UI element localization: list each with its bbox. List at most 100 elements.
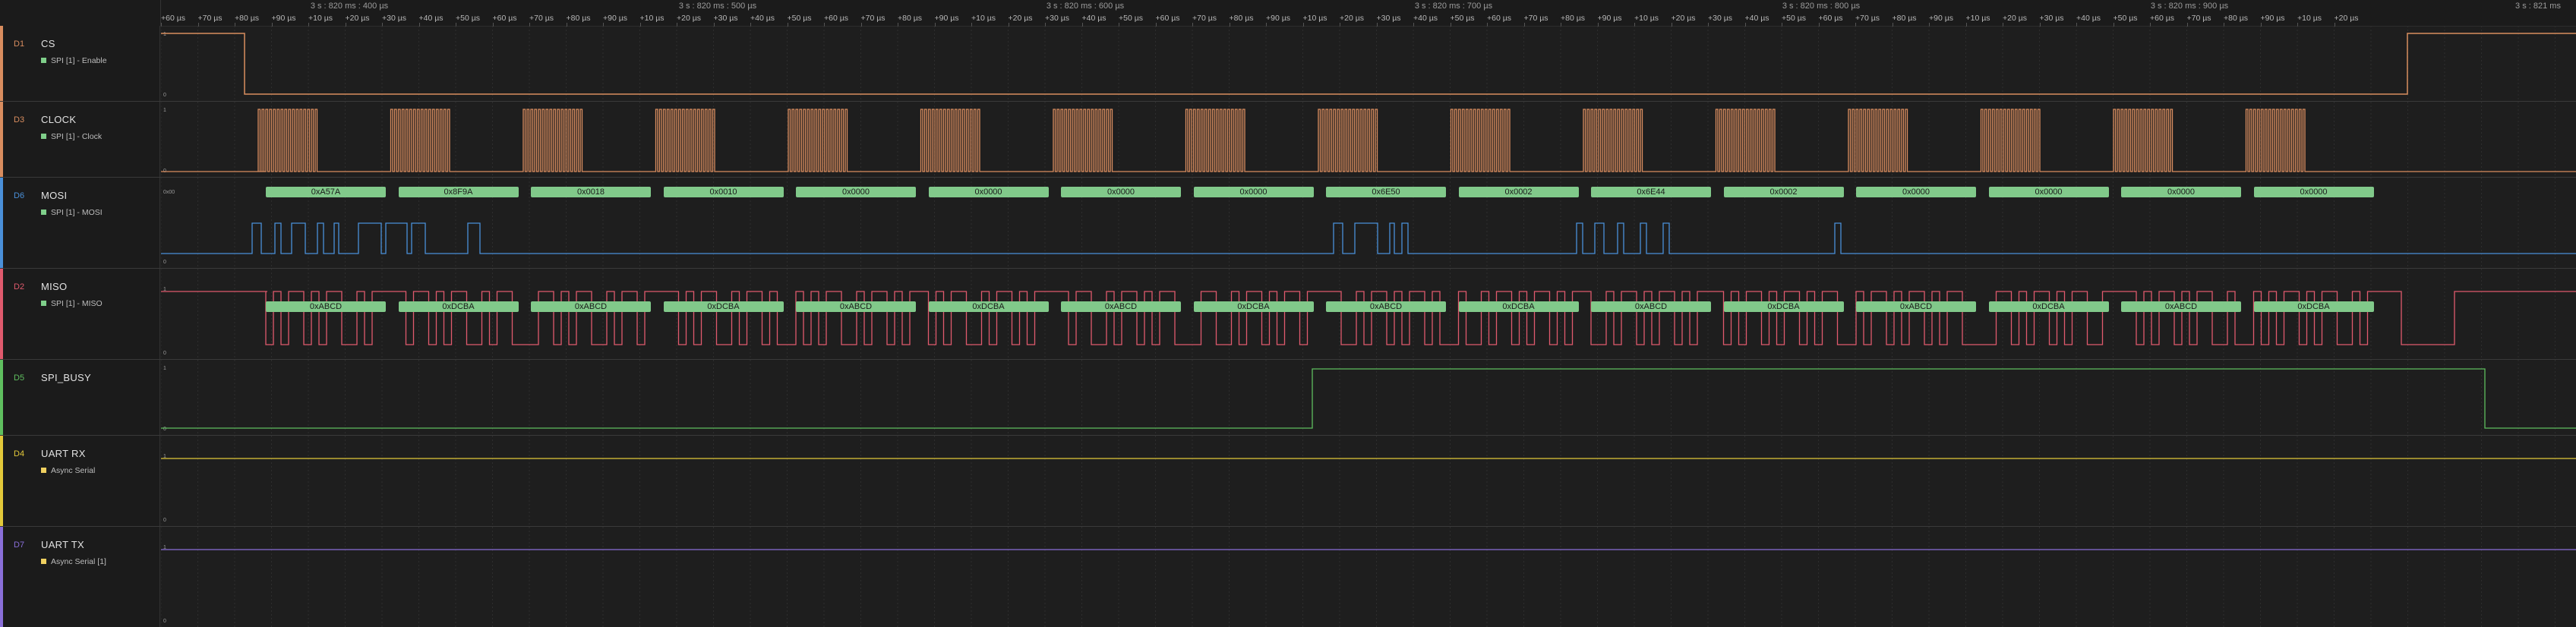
mosi-frame-box[interactable]: 0x6E44 xyxy=(1591,187,1711,197)
time-tick-label: +30 µs xyxy=(382,14,407,27)
analyzer-tag[interactable]: SPI [1] - MOSI xyxy=(41,208,103,217)
waveform-plot[interactable]: 1 0 0xABCD 0xDCBA 0xABCD 0xDCBA 0xABCD 0xDCBA… xyxy=(161,269,2576,360)
time-tick-label: +50 µs xyxy=(456,14,481,27)
timeline-ruler[interactable]: 3 s : 820 ms : 400 µs 3 s : 820 ms : 500… xyxy=(0,0,2576,27)
channel-row-cs[interactable]: D1 CS SPI [1] - Enable 1 0 xyxy=(0,26,2576,102)
analyzer-color-icon xyxy=(41,210,46,215)
channel-label-panel[interactable]: D6 MOSI SPI [1] - MOSI xyxy=(0,178,160,268)
miso-frame-box[interactable]: 0xABCD xyxy=(1591,301,1711,312)
miso-frame-box[interactable]: 0xDCBA xyxy=(1988,301,2109,312)
time-tick-label: +30 µs xyxy=(713,14,738,27)
miso-frame-box[interactable]: 0xDCBA xyxy=(663,301,784,312)
channel-label-panel[interactable]: D7 UART TX Async Serial [1] xyxy=(0,527,160,627)
major-time-label: 3 s : 820 ms : 400 µs xyxy=(310,2,389,11)
mosi-frame-box[interactable]: 0x0000 xyxy=(928,187,1049,197)
mosi-frame-box[interactable]: 0x0000 xyxy=(1856,187,1976,197)
time-tick-label: +60 µs xyxy=(824,14,849,27)
mosi-frame-box[interactable]: 0x0002 xyxy=(1458,187,1579,197)
major-time-label: 3 s : 820 ms : 500 µs xyxy=(678,2,757,11)
mosi-frame-box[interactable]: 0x0010 xyxy=(663,187,784,197)
analyzer-tag[interactable]: Async Serial [1] xyxy=(41,557,106,566)
analyzer-tag[interactable]: SPI [1] - Enable xyxy=(41,56,107,65)
time-tick-label: +40 µs xyxy=(750,14,775,27)
mosi-frame-box[interactable]: 0x0000 xyxy=(2121,187,2241,197)
clock-waveform xyxy=(161,102,2576,178)
mosi-frame-box[interactable]: 0x6E50 xyxy=(1326,187,1446,197)
waveform-plot[interactable]: 1 0 xyxy=(161,26,2576,102)
channel-id: D6 xyxy=(14,191,25,200)
mosi-frame-box[interactable]: 0x0000 xyxy=(2253,187,2374,197)
time-tick-label: +50 µs xyxy=(787,14,812,27)
miso-frame-box[interactable]: 0xABCD xyxy=(2121,301,2241,312)
mosi-frame-box[interactable]: 0x0018 xyxy=(531,187,651,197)
miso-frame-box[interactable]: 0xDCBA xyxy=(928,301,1049,312)
analyzer-color-icon xyxy=(41,559,46,564)
mosi-frame-box[interactable]: 0x0000 xyxy=(796,187,916,197)
channel-row-spi-busy[interactable]: D5 SPI_BUSY 1 0 xyxy=(0,360,2576,436)
miso-frame-box[interactable]: 0xDCBA xyxy=(1458,301,1579,312)
channel-color-strip xyxy=(0,269,3,359)
analyzer-label: SPI [1] - MOSI xyxy=(51,208,103,217)
time-tick-label: +60 µs xyxy=(2150,14,2175,27)
time-tick-label: +70 µs xyxy=(1192,14,1217,27)
channel-row-clock[interactable]: D3 CLOCK SPI [1] - Clock 1 0 xyxy=(0,102,2576,178)
time-tick-label: +90 µs xyxy=(2260,14,2285,27)
miso-frame-box[interactable]: 0xDCBA xyxy=(1193,301,1314,312)
miso-frame-box[interactable]: 0xABCD xyxy=(1856,301,1976,312)
channel-name: CLOCK xyxy=(41,114,77,125)
time-tick-label: +10 µs xyxy=(2297,14,2322,27)
miso-frame-box[interactable]: 0xABCD xyxy=(531,301,651,312)
miso-frame-box[interactable]: 0xABCD xyxy=(1061,301,1181,312)
analyzer-label: SPI [1] - Clock xyxy=(51,132,103,141)
channel-id: D2 xyxy=(14,282,25,291)
miso-frame-box[interactable]: 0xDCBA xyxy=(398,301,519,312)
channel-label-panel[interactable]: D5 SPI_BUSY xyxy=(0,360,160,435)
channel-label-panel[interactable]: D3 CLOCK SPI [1] - Clock xyxy=(0,102,160,177)
miso-frame-box[interactable]: 0xDCBA xyxy=(1723,301,1844,312)
analyzer-label: Async Serial xyxy=(51,466,96,475)
analyzer-tag[interactable]: SPI [1] - MISO xyxy=(41,299,103,308)
channel-color-strip xyxy=(0,436,3,526)
waveform-plot[interactable]: 1 0 xyxy=(161,436,2576,527)
channel-row-mosi[interactable]: D6 MOSI SPI [1] - MOSI 0x00 0 0xA57A 0x8F… xyxy=(0,178,2576,269)
miso-frame-box[interactable]: 0xDCBA xyxy=(2253,301,2374,312)
channel-color-strip xyxy=(0,178,3,268)
channel-row-uart-tx[interactable]: D7 UART TX Async Serial [1] 1 0 xyxy=(0,527,2576,627)
channel-color-strip xyxy=(0,527,3,627)
analyzer-tag[interactable]: SPI [1] - Clock xyxy=(41,132,102,141)
miso-frame-box[interactable]: 0xABCD xyxy=(266,301,386,312)
channel-row-uart-rx[interactable]: D4 UART RX Async Serial 1 0 xyxy=(0,436,2576,527)
mosi-frame-box[interactable]: 0x0002 xyxy=(1723,187,1844,197)
channel-label-panel[interactable]: D4 UART RX Async Serial xyxy=(0,436,160,526)
time-tick-label: +50 µs xyxy=(1782,14,1807,27)
mosi-frame-box[interactable]: 0x0000 xyxy=(1988,187,2109,197)
mosi-frame-box[interactable]: 0xA57A xyxy=(266,187,386,197)
waveform-plot[interactable]: 1 0 xyxy=(161,102,2576,178)
analyzer-color-icon xyxy=(41,134,46,139)
mosi-frame-box[interactable]: 0x0000 xyxy=(1193,187,1314,197)
time-tick-label: +50 µs xyxy=(2113,14,2138,27)
miso-frame-box[interactable]: 0xABCD xyxy=(1326,301,1446,312)
waveform-plot[interactable]: 0x00 0 0xA57A 0x8F9A 0x0018 0x0010 0x0000 0x0… xyxy=(161,178,2576,269)
waveform-plot[interactable]: 1 0 xyxy=(161,527,2576,627)
time-tick-label: +90 µs xyxy=(271,14,296,27)
miso-frame-box[interactable]: 0xABCD xyxy=(796,301,916,312)
time-tick-label: +70 µs xyxy=(529,14,554,27)
analyzer-tag[interactable]: Async Serial xyxy=(41,466,95,475)
time-tick-label: +10 µs xyxy=(971,14,996,27)
time-tick-label: +80 µs xyxy=(2224,14,2249,27)
mosi-frame-box[interactable]: 0x8F9A xyxy=(398,187,519,197)
analyzer-color-icon xyxy=(41,468,46,473)
time-tick-label: +20 µs xyxy=(2003,14,2028,27)
time-tick-label: +90 µs xyxy=(934,14,959,27)
time-tick-label: +40 µs xyxy=(1081,14,1106,27)
time-tick-label: +70 µs xyxy=(860,14,886,27)
channel-label-panel[interactable]: D2 MISO SPI [1] - MISO xyxy=(0,269,160,359)
time-tick-label: +70 µs xyxy=(1855,14,1880,27)
time-tick-label: +60 µs xyxy=(1155,14,1180,27)
time-tick-label: +90 µs xyxy=(1929,14,1954,27)
channel-label-panel[interactable]: D1 CS SPI [1] - Enable xyxy=(0,26,160,101)
waveform-plot[interactable]: 1 0 xyxy=(161,360,2576,436)
channel-row-miso[interactable]: D2 MISO SPI [1] - MISO 1 0 0xABCD 0xDCBA 0… xyxy=(0,269,2576,360)
mosi-frame-box[interactable]: 0x0000 xyxy=(1061,187,1181,197)
